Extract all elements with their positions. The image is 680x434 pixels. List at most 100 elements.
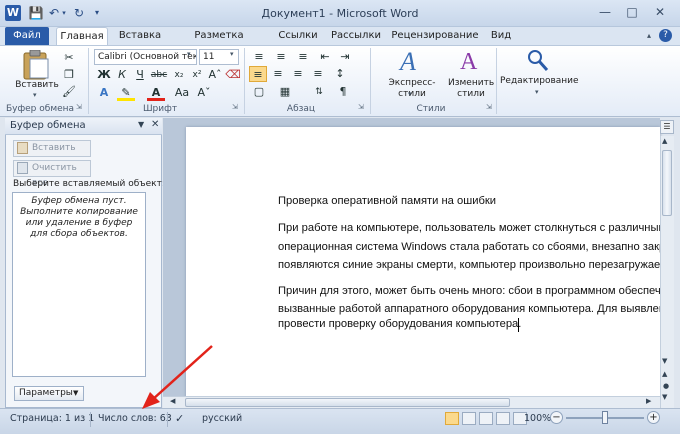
change-styles-button[interactable]: A Изменить стили [448,48,494,100]
tab-page-layout[interactable]: Разметка страницы [170,27,268,59]
clear-format-icon[interactable]: ⌫ [224,67,242,83]
full-screen-view-icon[interactable] [462,412,476,425]
close-icon[interactable]: ✕ [648,4,672,22]
clipboard-empty-info: Буфер обмена пуст. Выполните копирование… [20,196,138,239]
zoom-out-icon[interactable]: − [550,411,563,424]
doc-heading[interactable]: Проверка оперативной памяти на ошибки [278,195,660,207]
tab-review[interactable]: Рецензирование [390,27,480,45]
redo-icon[interactable]: ↻ [71,5,87,21]
ruler-toggle-icon[interactable]: ☰ [660,120,674,134]
doc-line[interactable]: При работе на компьютере, пользователь м… [278,222,660,234]
cut-icon[interactable]: ✂ [60,50,78,66]
help-icon[interactable]: ? [659,29,672,42]
doc-line[interactable]: появляются синие экраны смерти, компьюте… [278,259,660,271]
pane-close-icon[interactable]: ✕ [151,119,159,130]
scroll-right-icon[interactable]: ▶ [646,397,651,405]
group-separator [496,48,497,114]
scroll-up-icon[interactable]: ▲ [662,137,667,145]
quick-styles-label: Экспресс-стили [388,78,436,99]
bullets-icon[interactable]: ≡ [250,49,268,65]
font-name-dropdown-icon[interactable]: ▾ [187,50,191,58]
next-page-icon[interactable]: ▼ [662,393,667,401]
show-marks-icon[interactable]: ¶ [334,84,352,100]
copy-icon[interactable]: ❐ [60,67,78,83]
tab-view[interactable]: Вид [486,27,516,45]
word-count[interactable]: Число слов: 63 [98,408,172,430]
shading-icon[interactable]: ▢ [250,84,268,100]
multilevel-list-icon[interactable]: ≡ [294,49,312,65]
text-effects-icon[interactable]: A [95,85,113,101]
pane-options-icon[interactable]: ▼ [138,120,144,129]
font-size-dropdown-icon[interactable]: ▾ [230,50,234,58]
zoom-in-icon[interactable]: + [647,411,660,424]
borders-icon[interactable]: ▦ [276,84,294,100]
format-painter-icon[interactable]: 🖌 [60,84,78,100]
superscript-icon[interactable]: x² [188,67,206,83]
tab-references[interactable]: Ссылки [274,27,322,45]
italic-icon[interactable]: К [113,67,131,83]
customize-qat-icon[interactable]: ▾ [89,5,105,21]
styles-launcher-icon[interactable]: ⇲ [486,103,492,111]
scroll-down-icon[interactable]: ▼ [662,357,667,365]
line-spacing-icon[interactable]: ↕ [331,66,349,82]
outline-view-icon[interactable] [496,412,510,425]
undo-dropdown-icon[interactable]: ▾ [60,5,68,21]
save-icon[interactable]: 💾 [28,5,44,21]
font-launcher-icon[interactable]: ⇲ [232,103,238,111]
highlight-icon[interactable]: ✎ [117,85,135,101]
tab-file[interactable]: Файл [5,27,49,45]
zoom-level[interactable]: 100% [524,408,551,430]
language-indicator[interactable]: русский [202,408,242,430]
doc-line[interactable]: провести проверку оборудования компьютер… [278,318,660,330]
tab-mailings[interactable]: Рассылки [328,27,384,45]
font-color-icon[interactable]: A [147,85,165,101]
increase-indent-icon[interactable]: ⇥ [336,49,354,65]
paragraph-group-label: Абзац [286,104,316,114]
bold-icon[interactable]: Ж [95,67,113,83]
maximize-icon[interactable]: □ [620,4,644,22]
align-left-icon[interactable]: ≡ [249,66,267,82]
browse-object-icon[interactable]: ● [663,382,669,390]
align-right-icon[interactable]: ≡ [289,66,307,82]
tab-insert[interactable]: Вставка [114,27,166,45]
paste-button[interactable]: Вставить ▾ [15,48,59,100]
proofing-icon[interactable]: ✓ [175,408,184,430]
align-center-icon[interactable]: ≡ [269,66,287,82]
change-case-icon[interactable]: Aa [173,85,191,101]
decrease-indent-icon[interactable]: ⇤ [316,49,334,65]
doc-line[interactable]: операционная система Windows стала работ… [278,241,660,253]
clipboard-group-label: Буфер обмена [5,104,75,114]
paste-icon [23,50,49,80]
params-label: Параметры [19,388,73,398]
underline-icon[interactable]: Ч [131,67,149,83]
params-button[interactable]: Параметры ▼ [14,386,84,401]
prev-page-icon[interactable]: ▲ [662,370,667,378]
shrink-font-icon[interactable]: Aˇ [195,85,213,101]
clipboard-launcher-icon[interactable]: ⇲ [76,103,82,111]
word-app-icon[interactable]: W [5,5,21,21]
doc-line[interactable]: вызванные работой аппаратного оборудован… [278,303,660,315]
ribbon-minimize-icon[interactable]: ▴ [643,30,655,42]
doc-line[interactable]: Причин для этого, может быть очень много… [278,285,660,297]
editing-button[interactable]: Редактирование ▾ [500,48,579,100]
strikethrough-icon[interactable]: abc [150,67,168,83]
sort-icon[interactable]: ⇅ [310,84,328,100]
paste-label: Вставить [15,80,59,90]
horizontal-scroll-thumb[interactable] [185,398,510,407]
minimize-icon[interactable]: — [593,4,617,22]
tab-home[interactable]: Главная [56,27,108,45]
quick-styles-button[interactable]: A Экспресс-стили ▾ [376,48,446,100]
paragraph-launcher-icon[interactable]: ⇲ [358,103,364,111]
print-layout-view-icon[interactable] [445,412,459,425]
subscript-icon[interactable]: x₂ [170,67,188,83]
numbering-icon[interactable]: ≡ [272,49,290,65]
justify-icon[interactable]: ≡ [309,66,327,82]
page-count[interactable]: Страница: 1 из 1 [10,408,94,430]
scroll-left-icon[interactable]: ◀ [170,397,175,405]
grow-font-icon[interactable]: Aˆ [206,67,224,83]
quick-styles-dropdown-icon: ▾ [408,90,412,98]
vertical-scroll-thumb[interactable] [662,150,672,216]
web-layout-view-icon[interactable] [479,412,493,425]
font-name-combo[interactable]: Calibri (Основной тек [94,49,197,65]
zoom-slider-thumb[interactable] [602,411,608,424]
